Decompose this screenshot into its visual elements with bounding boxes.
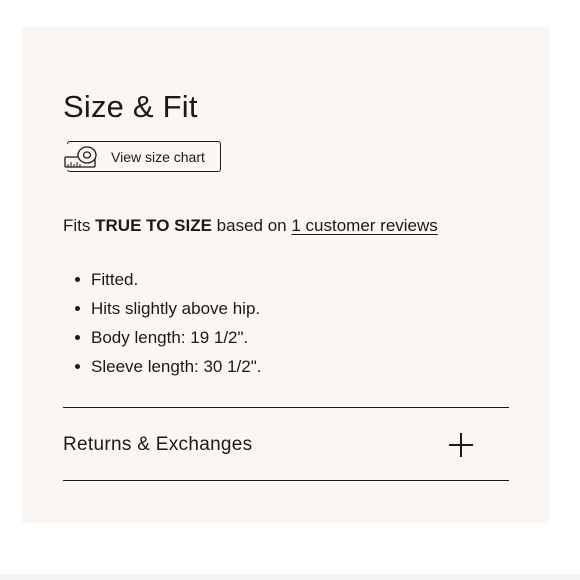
- fit-summary: Fits TRUE TO SIZE based on 1 customer re…: [63, 214, 438, 238]
- fit-prefix: Fits: [63, 216, 91, 235]
- view-size-chart-label: View size chart: [111, 148, 205, 165]
- accordion-title: Returns & Exchanges: [63, 434, 253, 455]
- list-item: Body length: 19 1/2".: [75, 323, 262, 352]
- returns-exchanges-accordion[interactable]: Returns & Exchanges: [63, 427, 473, 463]
- customer-reviews-link[interactable]: 1 customer reviews: [291, 216, 437, 235]
- view-size-chart-button[interactable]: View size chart: [63, 141, 221, 172]
- list-item: Fitted.: [75, 265, 262, 294]
- list-item: Sleeve length: 30 1/2".: [75, 352, 262, 381]
- size-fit-panel: Size & Fit View size chart Fits TRUE TO …: [22, 27, 549, 523]
- section-title: Size & Fit: [63, 89, 198, 124]
- divider: [63, 480, 509, 481]
- plus-icon[interactable]: [449, 433, 473, 457]
- divider: [63, 407, 509, 408]
- list-item: Hits slightly above hip.: [75, 294, 262, 323]
- fit-middle-text: based on: [216, 216, 287, 235]
- fit-details-list: Fitted. Hits slightly above hip. Body le…: [63, 265, 262, 381]
- measuring-tape-icon: [63, 144, 101, 170]
- fit-rating: TRUE TO SIZE: [95, 216, 212, 235]
- page-bottom-strip: [0, 574, 580, 580]
